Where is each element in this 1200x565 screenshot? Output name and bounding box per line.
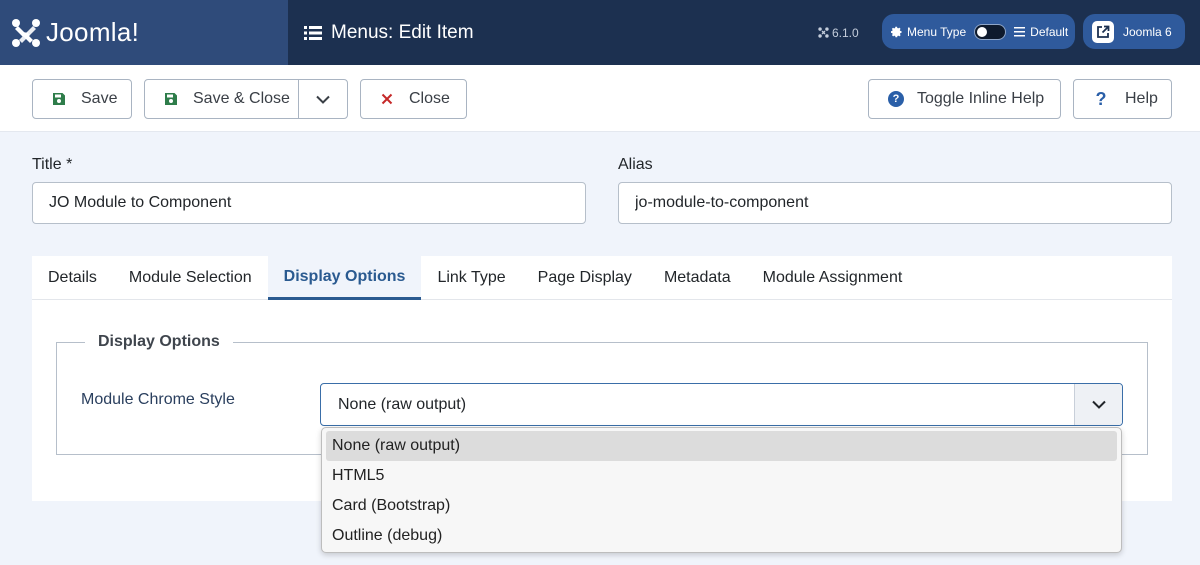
close-label: Close <box>409 90 450 107</box>
joomla-logo-icon <box>12 18 40 47</box>
tab-link-type[interactable]: Link Type <box>421 256 521 300</box>
tab-module-assignment[interactable]: Module Assignment <box>747 256 919 300</box>
module-chrome-style-select[interactable]: None (raw output) <box>320 383 1123 426</box>
help-icon: ? <box>888 91 904 107</box>
save-close-button[interactable]: Save & Close <box>145 80 299 118</box>
title-label: Title * <box>32 156 73 173</box>
gear-icon <box>891 26 902 37</box>
save-close-label: Save & Close <box>193 90 290 107</box>
close-button[interactable]: Close <box>360 79 467 119</box>
save-close-button-group: Save & Close <box>144 79 348 119</box>
save-label: Save <box>81 90 118 107</box>
option-outline-debug[interactable]: Outline (debug) <box>326 521 1117 551</box>
list-icon <box>304 25 322 40</box>
menu-type-label: Menu Type <box>907 24 967 39</box>
chevron-down-icon <box>316 95 330 104</box>
page-title: Menus: Edit Item <box>304 0 474 65</box>
menu-type-switch[interactable] <box>974 23 1007 40</box>
module-chrome-style-label: Module Chrome Style <box>81 391 235 408</box>
joomla-small-icon <box>818 27 829 38</box>
alias-label: Alias <box>618 156 653 173</box>
menu-type-toggle[interactable]: Menu Type Default <box>882 14 1075 49</box>
option-none-raw-output[interactable]: None (raw output) <box>326 431 1117 461</box>
help-label: Help <box>1125 90 1158 107</box>
tab-details[interactable]: Details <box>32 256 113 300</box>
tab-display-options[interactable]: Display Options <box>267 256 422 300</box>
option-html5[interactable]: HTML5 <box>326 461 1117 491</box>
tab-module-selection[interactable]: Module Selection <box>113 256 268 300</box>
version-text: 6.1.0 <box>832 25 859 40</box>
external-link-icon <box>1092 20 1114 43</box>
chevron-down-icon[interactable] <box>1074 384 1122 425</box>
help-button[interactable]: ? Help <box>1073 79 1172 119</box>
joomla-logo[interactable]: Joomla! <box>0 0 288 65</box>
fieldset-legend: Display Options <box>85 333 233 351</box>
option-card-bootstrap[interactable]: Card (Bootstrap) <box>326 491 1117 521</box>
save-button[interactable]: Save <box>32 79 132 119</box>
site-label: Joomla 6 <box>1123 24 1172 39</box>
question-icon: ? <box>1095 88 1107 109</box>
menu-type-value: Default <box>1030 24 1069 39</box>
page-title-text: Menus: Edit Item <box>331 21 474 43</box>
list-lines-icon <box>1014 26 1026 36</box>
save-options-dropdown-toggle[interactable] <box>299 80 347 118</box>
toggle-help-label: Toggle Inline Help <box>917 90 1045 107</box>
version-badge: 6.1.0 <box>818 0 859 65</box>
close-icon <box>381 93 393 105</box>
tab-list: Details Module Selection Display Options… <box>32 256 1172 300</box>
save-icon <box>53 93 65 105</box>
alias-input[interactable] <box>618 182 1172 224</box>
toolbar: Save Save & Close Close ? Toggle Inline … <box>0 65 1200 132</box>
save-icon <box>165 93 177 105</box>
module-chrome-style-options: None (raw output) HTML5 Card (Bootstrap)… <box>321 427 1122 553</box>
tab-metadata[interactable]: Metadata <box>648 256 747 300</box>
title-input[interactable] <box>32 182 586 224</box>
view-site-link[interactable]: Joomla 6 <box>1083 14 1185 49</box>
tab-page-display[interactable]: Page Display <box>522 256 648 300</box>
select-value: None (raw output) <box>338 395 467 413</box>
logo-text: Joomla! <box>46 17 140 47</box>
header: Joomla! Menus: Edit Item 6.1.0 Menu Type <box>0 0 1200 65</box>
toggle-inline-help-button[interactable]: ? Toggle Inline Help <box>868 79 1061 119</box>
